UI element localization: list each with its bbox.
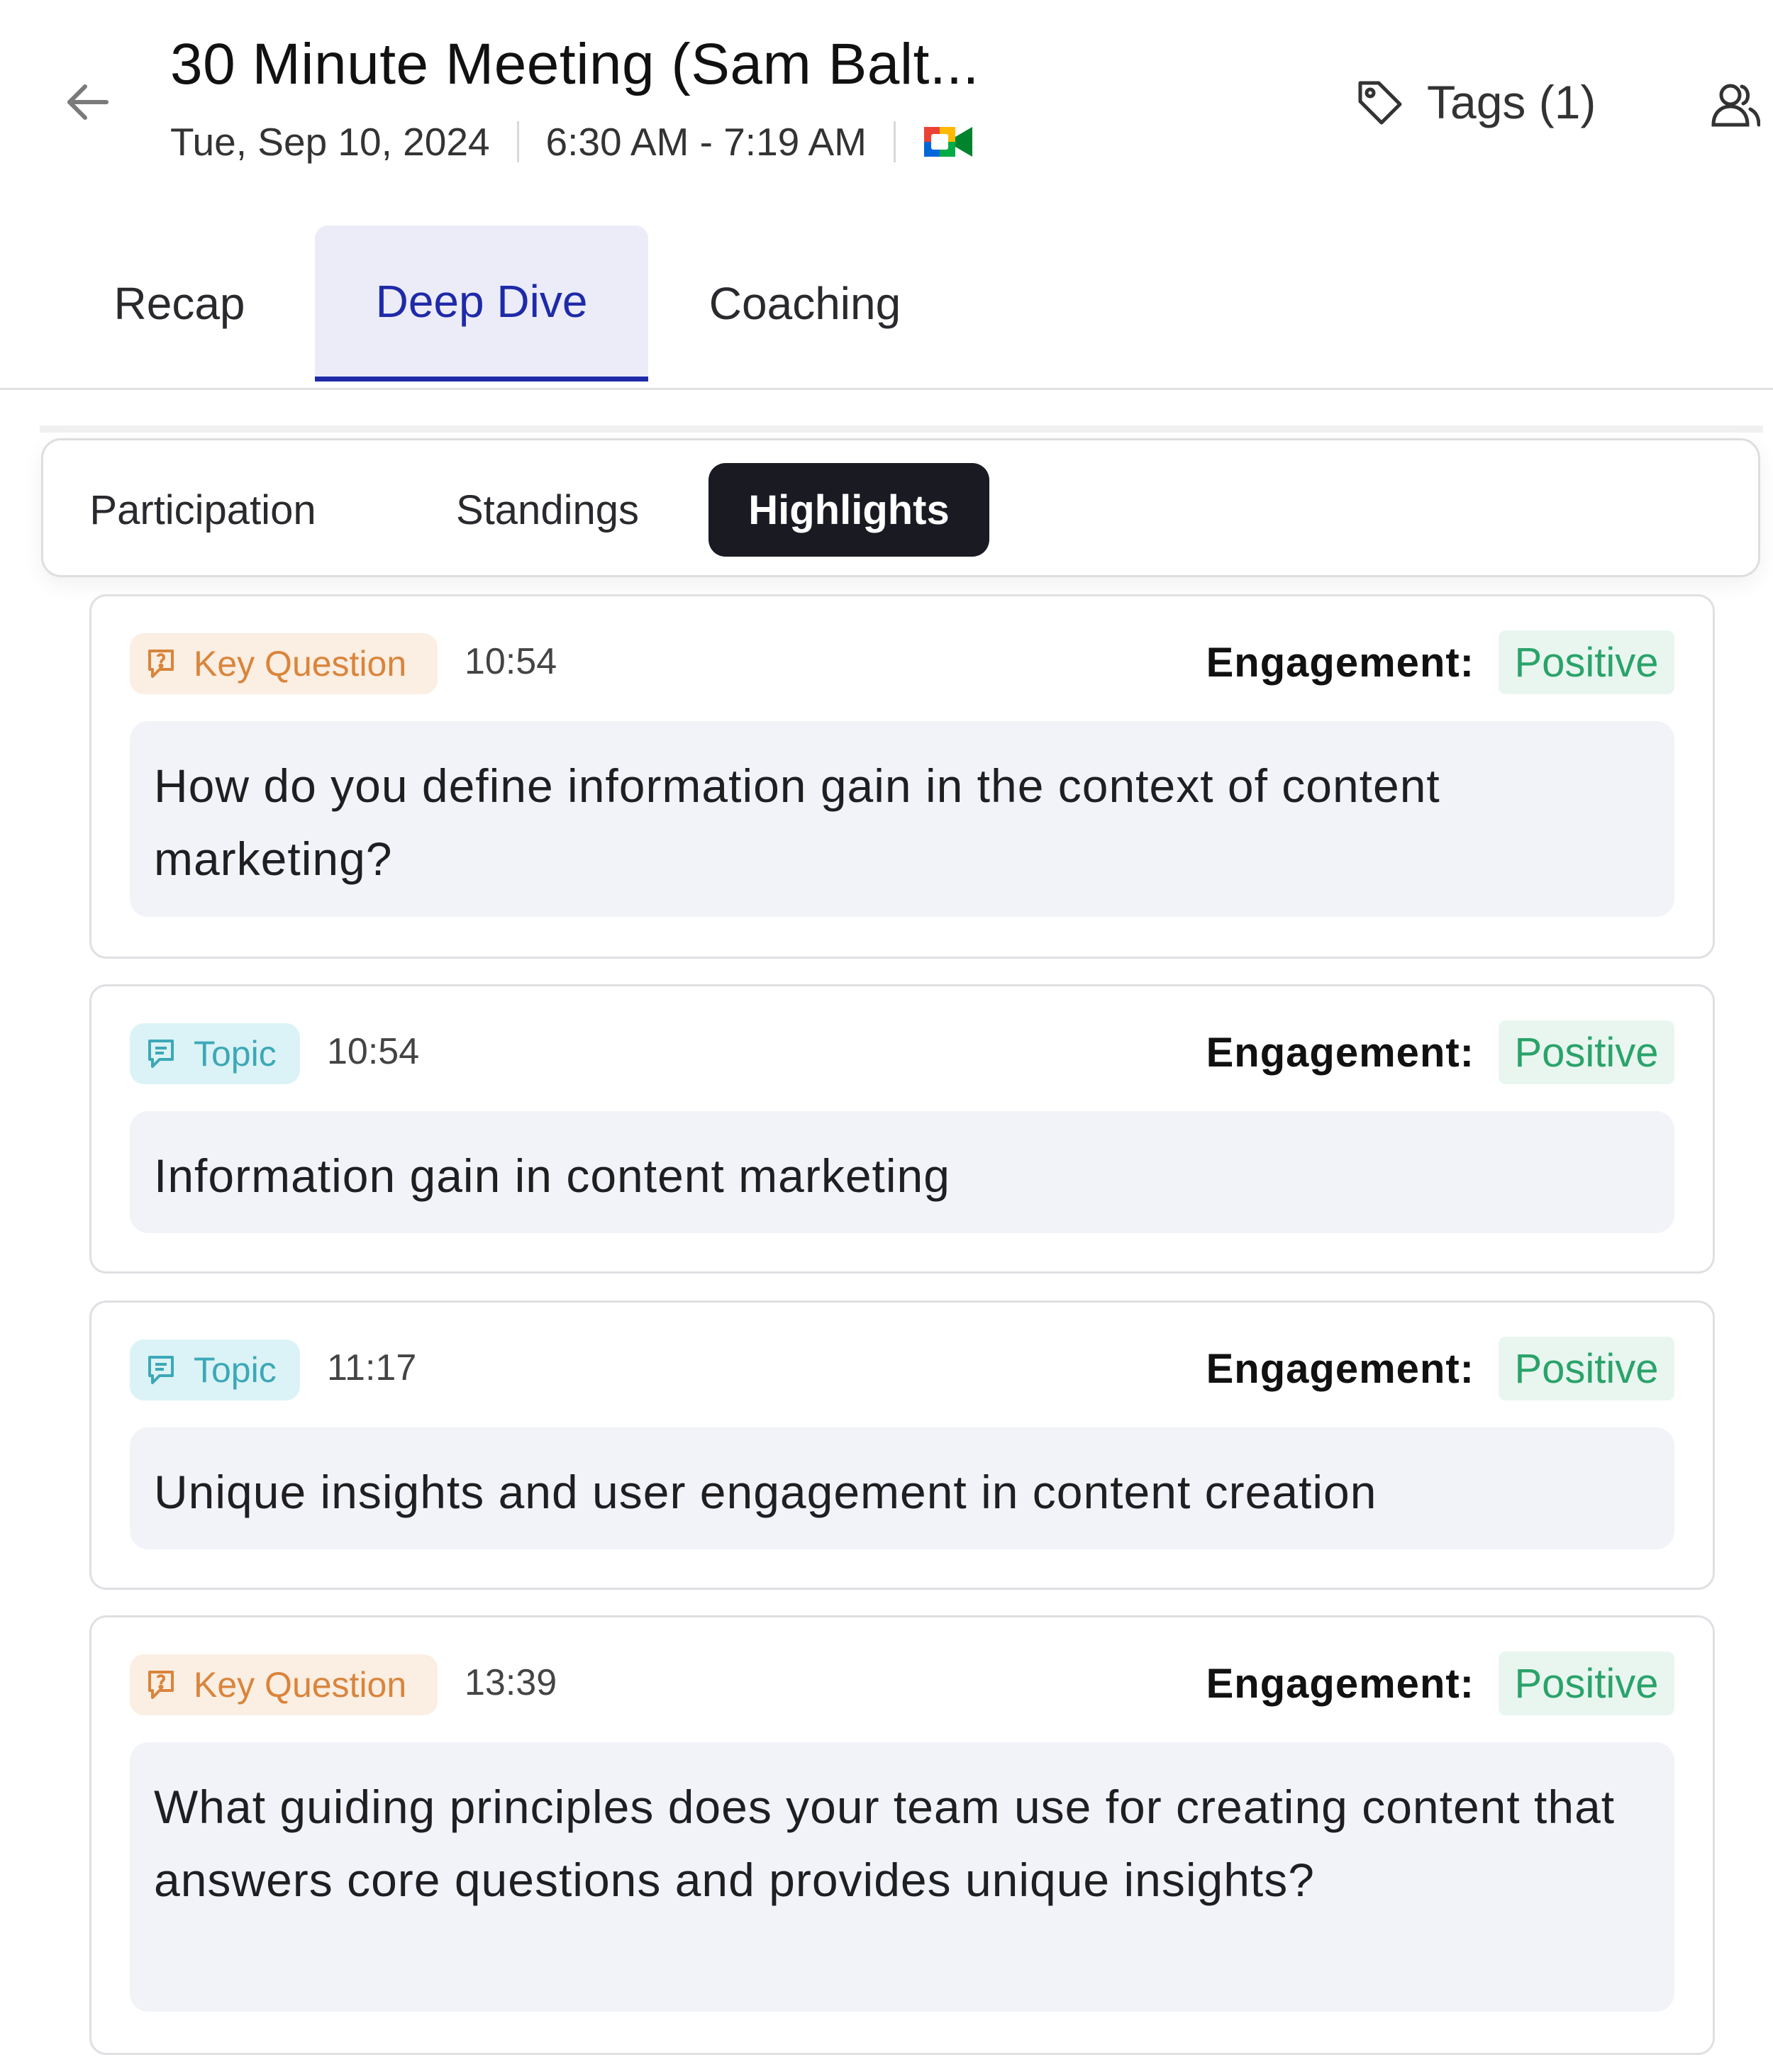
- meeting-date: Tue, Sep 10, 2024: [170, 120, 490, 164]
- topic-icon: [148, 1040, 174, 1068]
- meeting-time-range: 6:30 AM - 7:19 AM: [545, 120, 867, 164]
- tab-deep-dive[interactable]: Deep Dive: [315, 225, 648, 381]
- highlight-text: How do you define information gain in th…: [130, 721, 1674, 917]
- highlight-card[interactable]: Key Question 13:39 Engagement: Positive …: [89, 1615, 1715, 2055]
- sub-tab-strip: [40, 425, 1763, 433]
- tags-label: Tags (1): [1427, 76, 1596, 128]
- topic-badge: Topic: [130, 1339, 300, 1400]
- subtab-standings[interactable]: Standings: [438, 463, 657, 557]
- engagement-value: Positive: [1499, 630, 1674, 694]
- meeting-header: 30 Minute Meeting (Sam Balt... Tue, Sep …: [0, 0, 1773, 213]
- google-meet-icon: [923, 123, 974, 161]
- highlight-text: Information gain in content marketing: [130, 1111, 1674, 1233]
- tags-button[interactable]: Tags (1): [1355, 75, 1596, 129]
- participants-icon[interactable]: [1709, 79, 1761, 134]
- highlight-text: What guiding principles does your team u…: [130, 1742, 1674, 2012]
- badge-label: Topic: [194, 1350, 277, 1390]
- highlight-timestamp[interactable]: 13:39: [465, 1661, 557, 1704]
- back-arrow-icon[interactable]: [60, 74, 116, 130]
- engagement-value: Positive: [1499, 1652, 1674, 1715]
- meeting-meta: Tue, Sep 10, 2024 6:30 AM - 7:19 AM: [170, 119, 974, 165]
- meeting-title: 30 Minute Meeting (Sam Balt...: [170, 32, 979, 96]
- highlight-timestamp[interactable]: 10:54: [327, 1030, 419, 1073]
- subtab-participation[interactable]: Participation: [86, 463, 320, 557]
- engagement-label: Engagement:: [1206, 1661, 1474, 1707]
- topic-badge: Topic: [130, 1023, 300, 1084]
- subtab-highlights[interactable]: Highlights: [708, 463, 989, 557]
- tab-coaching[interactable]: Coaching: [681, 225, 929, 381]
- engagement-label: Engagement:: [1206, 1346, 1474, 1392]
- tag-icon: [1358, 81, 1402, 125]
- key-question-badge: Key Question: [130, 1654, 438, 1715]
- badge-label: Topic: [194, 1034, 277, 1074]
- key-question-badge: Key Question: [130, 633, 438, 694]
- divider: [894, 121, 896, 162]
- highlight-card[interactable]: Topic 10:54 Engagement: Positive Informa…: [89, 984, 1715, 1274]
- divider: [516, 121, 519, 162]
- engagement-label: Engagement:: [1206, 1030, 1474, 1076]
- tab-recap[interactable]: Recap: [88, 225, 271, 381]
- sub-tabs: Participation Standings Highlights: [41, 438, 1760, 577]
- topic-icon: [148, 1356, 174, 1384]
- highlight-timestamp[interactable]: 10:54: [465, 640, 557, 683]
- engagement-label: Engagement:: [1206, 640, 1474, 686]
- highlight-timestamp[interactable]: 11:17: [327, 1347, 416, 1389]
- key-question-icon: [148, 1671, 174, 1699]
- highlight-card[interactable]: Topic 11:17 Engagement: Positive Unique …: [89, 1300, 1715, 1590]
- main-tabs: Recap Deep Dive Coaching: [0, 225, 1773, 390]
- badge-label: Key Question: [194, 644, 407, 684]
- engagement-value: Positive: [1499, 1337, 1674, 1400]
- key-question-icon: [148, 650, 174, 678]
- badge-label: Key Question: [194, 1665, 407, 1705]
- engagement-value: Positive: [1499, 1020, 1674, 1084]
- highlight-card[interactable]: Key Question 10:54 Engagement: Positive …: [89, 594, 1715, 959]
- highlight-text: Unique insights and user engagement in c…: [130, 1427, 1674, 1549]
